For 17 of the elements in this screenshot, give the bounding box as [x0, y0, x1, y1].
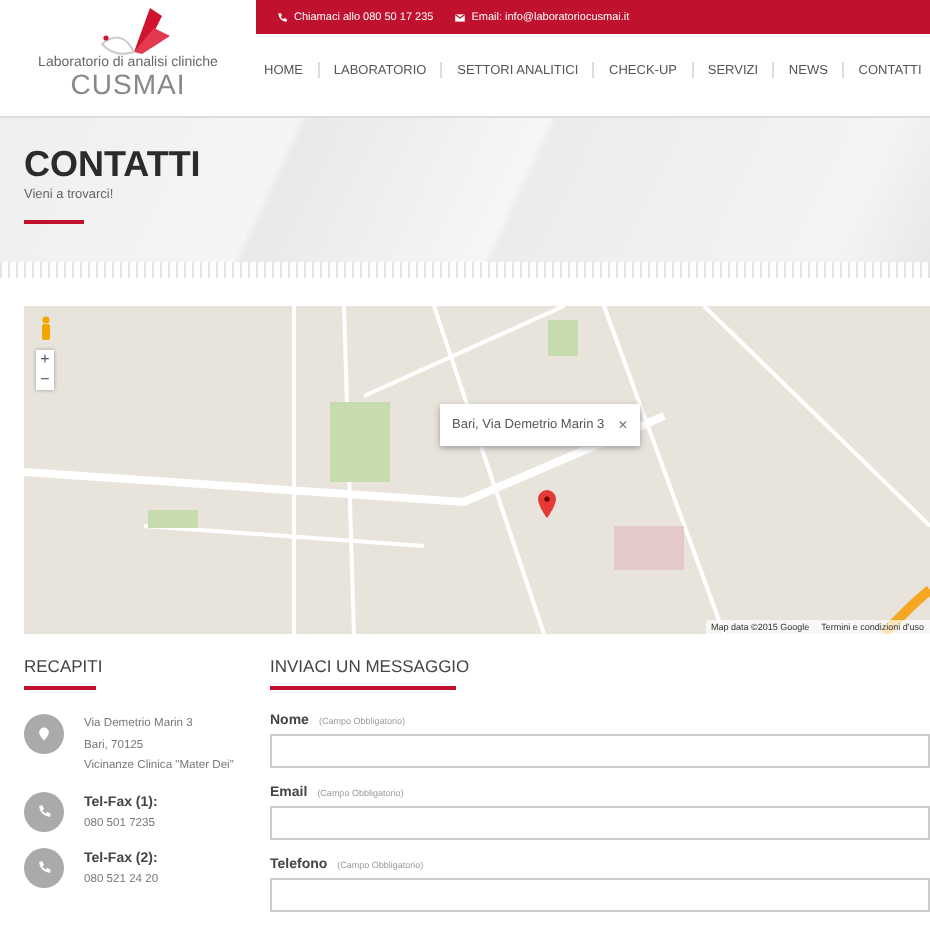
section-heading: RECAPITI	[24, 654, 105, 678]
map-pin-icon[interactable]	[538, 490, 556, 518]
zoom-out-button[interactable]: −	[36, 370, 54, 390]
page-title: CONTATTI	[24, 144, 203, 184]
input-field[interactable]	[270, 878, 930, 912]
phone-icon	[36, 803, 52, 819]
pegman-icon[interactable]	[40, 316, 52, 342]
logo-wordmark: CUSMAI	[70, 70, 186, 100]
input-field[interactable]	[270, 806, 930, 840]
zoom-in-button[interactable]: +	[36, 350, 54, 370]
envelope-icon	[453, 11, 466, 23]
input-field[interactable]	[270, 734, 930, 768]
location-pin-icon	[36, 726, 52, 742]
section-heading: INVIACI UN MESSAGGIO	[270, 654, 472, 678]
phone-icon	[36, 860, 52, 876]
phone-icon	[276, 11, 288, 23]
close-button[interactable]: ×	[618, 416, 628, 434]
